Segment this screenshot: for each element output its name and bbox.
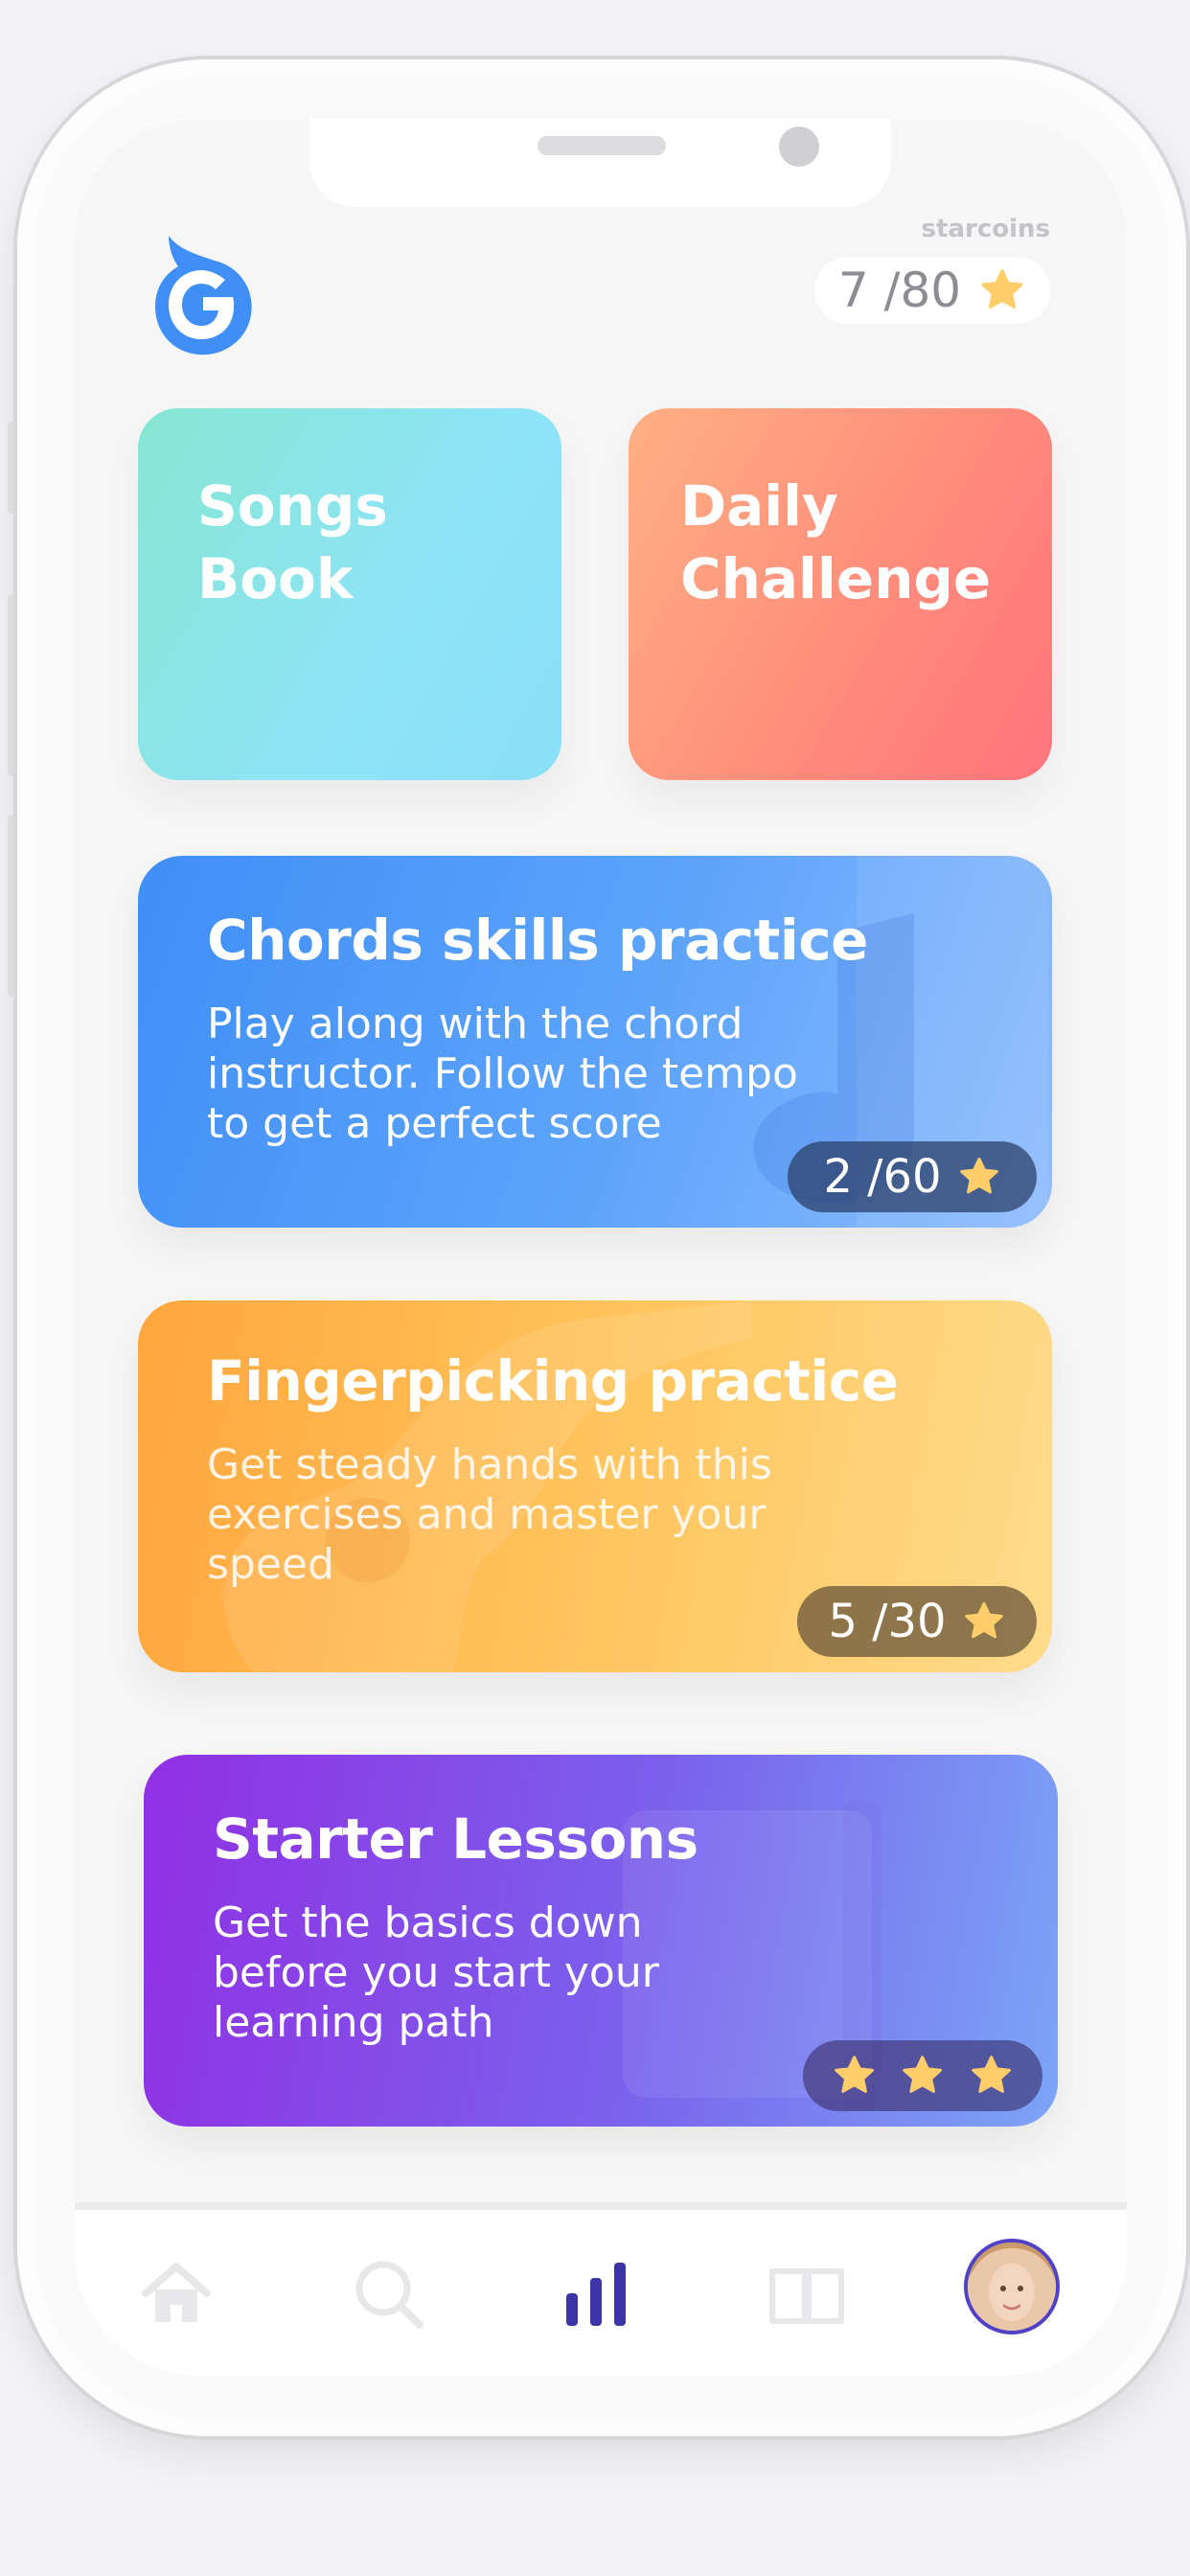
- daily-challenge-title-line1: Daily: [680, 473, 838, 539]
- fingerpicking-practice-description: Get steady hands with this exercises and…: [207, 1440, 772, 1589]
- volume-up-button: [8, 594, 17, 776]
- star-icon: [835, 2056, 875, 2093]
- chords-progress-pill: 2 /60: [788, 1141, 1037, 1212]
- silent-switch: [8, 422, 17, 514]
- star-icon: [964, 1601, 1003, 1639]
- home-icon: [142, 2263, 211, 2322]
- star-icon: [959, 1157, 998, 1194]
- daily-challenge-tile[interactable]: Daily Challenge: [629, 408, 1052, 780]
- fingerpicking-progress-value: 5 /30: [828, 1595, 947, 1648]
- book-icon: [769, 2268, 844, 2324]
- app-screen: starcoins 7 /80 Songs Book Daily Challen…: [75, 119, 1127, 2376]
- search-icon: [355, 2261, 423, 2329]
- songs-book-tile[interactable]: Songs Book: [138, 408, 561, 780]
- avatar-face-icon: [968, 2242, 1056, 2331]
- starcoins-value: 7 /80: [837, 263, 962, 318]
- tab-stats[interactable]: [558, 2256, 634, 2333]
- volume-down-button: [8, 815, 17, 997]
- star-icon: [903, 2056, 943, 2093]
- daily-challenge-title-line2: Challenge: [680, 546, 992, 611]
- app-logo-icon[interactable]: [151, 234, 257, 358]
- tab-search[interactable]: [351, 2256, 427, 2333]
- tab-home[interactable]: [138, 2256, 215, 2333]
- starcoins-label: starcoins: [921, 215, 1050, 243]
- stats-icon: [566, 2263, 626, 2326]
- profile-avatar[interactable]: [964, 2239, 1060, 2334]
- chords-practice-title: Chords skills practice: [207, 908, 868, 973]
- chords-progress-value: 2 /60: [823, 1150, 942, 1204]
- fingerpicking-progress-pill: 5 /30: [797, 1586, 1037, 1657]
- songs-book-title-line2: Book: [197, 546, 354, 611]
- tab-library[interactable]: [768, 2256, 845, 2333]
- starcoins-counter[interactable]: 7 /80: [814, 257, 1050, 324]
- songs-book-title-line1: Songs: [197, 473, 388, 539]
- starter-lessons-card[interactable]: Starter Lessons Get the basics down befo…: [144, 1755, 1058, 2127]
- starter-lessons-title: Starter Lessons: [213, 1806, 698, 1872]
- star-icon: [971, 2056, 1011, 2093]
- bottom-tab-bar: [75, 2202, 1127, 2376]
- notch: [309, 119, 891, 207]
- front-camera: [779, 126, 819, 167]
- fingerpicking-practice-title: Fingerpicking practice: [207, 1348, 899, 1414]
- songs-book-title: Songs Book: [197, 470, 388, 615]
- chords-practice-description: Play along with the chord instructor. Fo…: [207, 1000, 798, 1148]
- starter-lessons-description: Get the basics down before you start you…: [213, 1898, 659, 2047]
- fingerpicking-practice-card[interactable]: Fingerpicking practice Get steady hands …: [138, 1300, 1052, 1672]
- speaker: [538, 136, 666, 155]
- daily-challenge-title: Daily Challenge: [680, 470, 991, 615]
- star-icon: [981, 269, 1023, 309]
- starter-lessons-stars: [803, 2040, 1042, 2111]
- chords-practice-card[interactable]: Chords skills practice Play along with t…: [138, 856, 1052, 1228]
